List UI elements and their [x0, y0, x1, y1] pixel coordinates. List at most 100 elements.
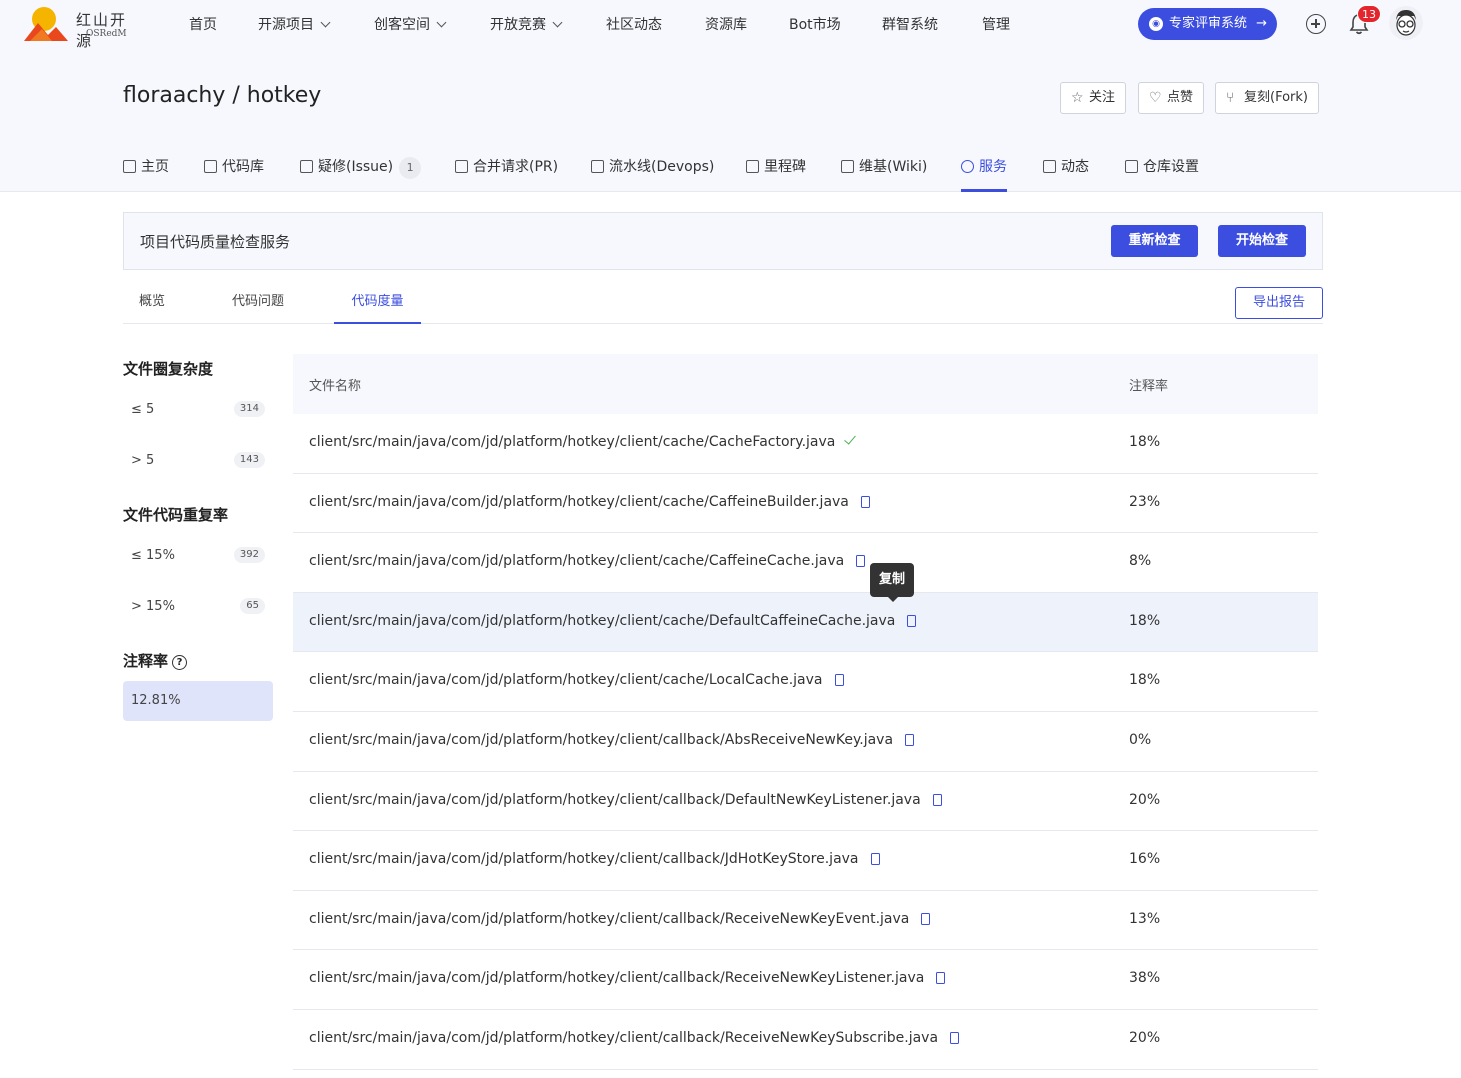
count-badge: 392 — [233, 547, 265, 563]
nav-projects[interactable]: 开源项目 — [258, 14, 331, 34]
filter-duplication-low[interactable]: ≤ 15% 392 — [123, 542, 273, 572]
copy-icon[interactable] — [932, 793, 942, 806]
tab-milestones[interactable]: 里程碑 — [746, 156, 806, 192]
nav-resources[interactable]: 资源库 — [705, 14, 747, 34]
fork-button[interactable]: ⑂ 复刻(Fork) — [1215, 82, 1319, 114]
avatar-image-icon — [1396, 10, 1416, 36]
column-header-comment-rate: 注释率 — [1129, 379, 1169, 394]
help-icon[interactable]: ? — [172, 655, 188, 670]
file-path: client/src/main/java/com/jd/platform/hot… — [309, 731, 894, 748]
table-row[interactable]: client/src/main/java/com/jd/platform/hot… — [293, 950, 1318, 1010]
file-path: client/src/main/java/com/jd/platform/hot… — [309, 612, 896, 629]
filter-complexity-high[interactable]: > 5 143 — [123, 447, 273, 477]
service-title: 项目代码质量检查服务 — [140, 233, 291, 251]
home-icon — [123, 160, 136, 173]
file-path: client/src/main/java/com/jd/platform/hot… — [309, 434, 836, 450]
table-row[interactable]: client/src/main/java/com/jd/platform/hot… — [293, 831, 1318, 891]
nav-bot-market[interactable]: Bot市场 — [789, 14, 841, 34]
chevron-down-icon — [552, 17, 563, 28]
table-row[interactable]: client/src/main/java/com/jd/platform/hot… — [293, 891, 1318, 951]
chevron-down-icon — [436, 17, 447, 28]
comment-rate-cell: 8% — [1129, 553, 1152, 570]
merge-icon — [455, 160, 468, 173]
arrow-right-icon: → — [1256, 16, 1267, 31]
copy-icon[interactable] — [860, 495, 870, 508]
table-row[interactable]: client/src/main/java/com/jd/platform/hot… — [293, 592, 1318, 653]
nav-community[interactable]: 社区动态 — [606, 14, 662, 34]
tab-issues[interactable]: 疑修(Issue) 1 — [300, 156, 422, 192]
tab-home[interactable]: 主页 — [123, 156, 169, 192]
table-row[interactable]: client/src/main/java/com/jd/platform/hot… — [293, 533, 1318, 593]
nav-maker-space[interactable]: 创客空间 — [374, 14, 447, 34]
user-avatar[interactable] — [1389, 6, 1423, 40]
table-row[interactable]: client/src/main/java/com/jd/platform/hot… — [293, 772, 1318, 832]
site-logo[interactable]: 红山开源 OSRedM — [22, 5, 142, 50]
comment-rate-cell: 23% — [1129, 493, 1161, 510]
issue-count-badge: 1 — [399, 157, 422, 179]
expert-review-button[interactable]: ◉ 专家评审系统 → — [1138, 8, 1277, 40]
table-row[interactable]: client/src/main/java/com/jd/platform/hot… — [293, 474, 1318, 534]
table-row[interactable]: client/src/main/java/com/jd/platform/hot… — [293, 1010, 1318, 1070]
recheck-button[interactable]: 重新检查 — [1111, 225, 1198, 257]
filter-duplication-high[interactable]: > 15% 65 — [123, 593, 273, 623]
table-row[interactable]: client/src/main/java/com/jd/platform/hot… — [293, 652, 1318, 712]
comment-rate-cell: 16% — [1129, 851, 1161, 868]
tab-pull-requests[interactable]: 合并请求(PR) — [455, 156, 558, 192]
tab-wiki[interactable]: 维基(Wiki) — [841, 156, 927, 192]
notification-badge: 13 — [1357, 5, 1381, 23]
copy-icon[interactable] — [834, 674, 844, 687]
count-badge: 314 — [233, 401, 265, 417]
export-report-button[interactable]: 导出报告 — [1235, 287, 1323, 319]
start-check-button[interactable]: 开始检查 — [1218, 225, 1306, 257]
comment-rate-cell: 0% — [1129, 731, 1152, 748]
table-row[interactable]: client/src/main/java/com/jd/platform/hot… — [293, 414, 1318, 474]
count-badge: 65 — [240, 598, 265, 614]
file-path: client/src/main/java/com/jd/platform/hot… — [309, 910, 910, 927]
column-header-file: 文件名称 — [309, 379, 362, 394]
watch-button[interactable]: ☆ 关注 — [1060, 82, 1127, 114]
file-path: client/src/main/java/com/jd/platform/hot… — [309, 970, 925, 987]
nav-swarm-system[interactable]: 群智系统 — [882, 14, 938, 34]
repo-title[interactable]: floraachy / hotkey — [123, 83, 321, 108]
tab-devops[interactable]: 流水线(Devops) — [591, 156, 714, 192]
heart-icon: ♡ — [1149, 90, 1162, 106]
logo-subtext: OSRedM — [86, 29, 127, 39]
book-icon — [841, 160, 854, 173]
comment-rate-cell: 38% — [1129, 970, 1161, 987]
subtab-overview[interactable]: 概览 — [123, 286, 181, 324]
nav-home[interactable]: 首页 — [189, 14, 217, 34]
filter-complexity-low[interactable]: ≤ 5 314 — [123, 396, 273, 426]
copy-icon[interactable] — [905, 733, 915, 746]
service-subtabs: 概览 代码问题 代码度量 — [123, 286, 1323, 324]
top-navbar: 红山开源 OSRedM 首页 开源项目 创客空间 开放竞赛 社区动态 资源库 B… — [0, 0, 1461, 50]
nav-competitions[interactable]: 开放竞赛 — [490, 14, 563, 34]
copy-icon[interactable] — [950, 1031, 960, 1044]
copy-icon[interactable] — [856, 555, 866, 568]
fork-icon: ⑂ — [1226, 90, 1235, 106]
shield-icon: ◉ — [1149, 17, 1163, 31]
tab-services[interactable]: 服务 — [961, 156, 1007, 192]
tab-code[interactable]: 代码库 — [204, 156, 264, 192]
table-row[interactable]: client/src/main/java/com/jd/platform/hot… — [293, 712, 1318, 772]
metrics-table: 文件名称 注释率 client/src/main/java/com/jd/pla… — [293, 354, 1318, 1070]
copy-icon[interactable] — [921, 912, 931, 925]
like-button[interactable]: ♡ 点赞 — [1138, 82, 1205, 114]
subtab-code-issues[interactable]: 代码问题 — [215, 286, 301, 324]
comment-rate-cell: 18% — [1129, 672, 1161, 689]
nav-admin[interactable]: 管理 — [982, 14, 1010, 34]
logo-mark-icon — [24, 7, 68, 41]
comment-rate-cell: 18% — [1129, 434, 1161, 450]
copy-icon[interactable] — [907, 614, 917, 627]
copy-icon[interactable] — [870, 853, 880, 866]
comment-rate-value[interactable]: 12.81% — [123, 681, 273, 721]
file-path: client/src/main/java/com/jd/platform/hot… — [309, 672, 823, 689]
copy-icon[interactable] — [936, 972, 946, 985]
subtab-code-metrics[interactable]: 代码度量 — [334, 286, 421, 324]
table-header: 文件名称 注释率 — [293, 354, 1318, 414]
comment-rate-cell: 13% — [1129, 910, 1161, 927]
tab-activity[interactable]: 动态 — [1043, 156, 1089, 192]
plus-icon[interactable] — [1306, 14, 1326, 34]
activity-icon — [1043, 160, 1056, 173]
check-icon — [844, 432, 857, 445]
tab-settings[interactable]: 仓库设置 — [1125, 156, 1199, 192]
